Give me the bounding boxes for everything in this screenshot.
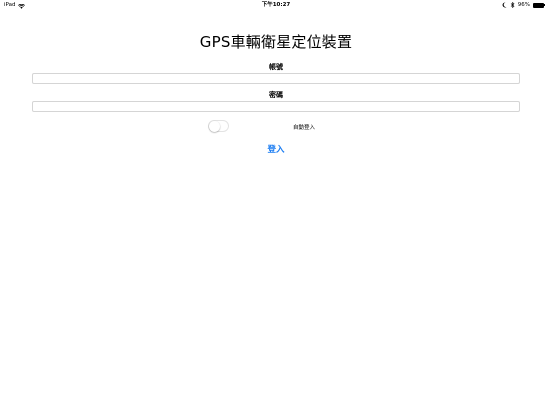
login-button[interactable]: 登入 — [256, 142, 296, 156]
battery-percent: 96% — [517, 2, 530, 8]
auto-login-label: 自動登入 — [293, 125, 316, 131]
moon-icon — [502, 2, 507, 8]
battery-fill — [534, 3, 543, 7]
toggle-knob — [209, 121, 220, 132]
bluetooth-icon — [510, 1, 515, 9]
status-bar-time: 下午10:27 — [261, 2, 291, 8]
password-label: 密碼 — [269, 91, 283, 99]
account-field[interactable] — [32, 73, 520, 84]
account-label: 帳號 — [269, 63, 283, 71]
battery-icon — [533, 2, 546, 8]
status-bar-right: 96% — [502, 0, 546, 10]
status-bar: iPad 下午10:27 96% — [0, 0, 552, 10]
page-title: GPS車輛衛星定位裝置 — [199, 33, 353, 51]
auto-login-toggle[interactable] — [208, 120, 229, 132]
password-field[interactable] — [32, 101, 520, 112]
login-screen: iPad 下午10:27 96% GPS車輛衛星定位裝置 帳號 密碼 自動登入 … — [0, 0, 552, 414]
